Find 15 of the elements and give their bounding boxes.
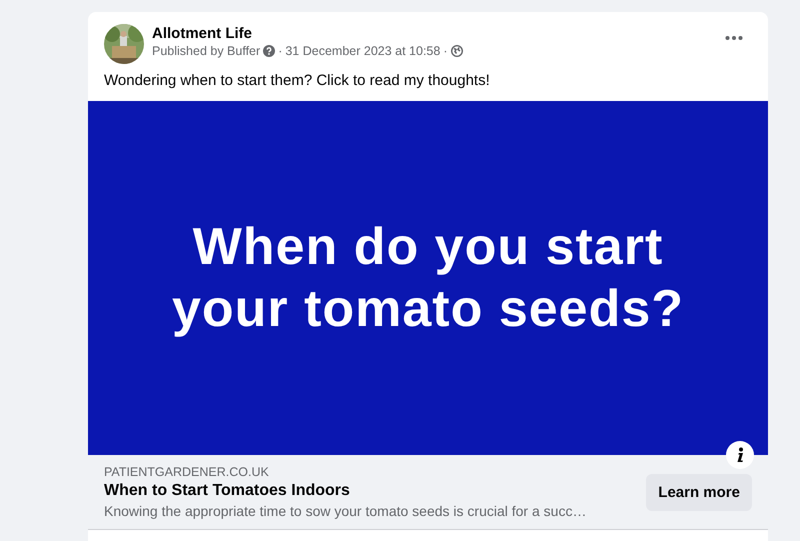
separator-dot: · — [443, 44, 448, 58]
link-domain: PATIENTGARDENER.CO.UK — [104, 465, 270, 479]
link-preview-bar[interactable]: PATIENTGARDENER.CO.UK When to Start Tomatoes Indoors Knowing the appropriate time to sow your tomato seeds is crucial for a succ… Learn more — [88, 455, 768, 530]
link-image[interactable]: When do you start your tomato seeds? — [88, 101, 768, 455]
help-icon[interactable] — [263, 45, 276, 57]
globe-icon — [450, 45, 462, 57]
author-name[interactable]: Allotment Life — [152, 25, 708, 42]
publisher-text: Published by Buffer — [152, 44, 260, 58]
separator-dot: · — [278, 44, 282, 58]
link-description: Knowing the appropriate time to sow your tomato seeds is crucial for a succ… — [104, 503, 588, 519]
post-text: Wondering when to start them? Click to read my thoughts! — [103, 71, 491, 91]
link-title[interactable]: When to Start Tomatoes Indoors — [104, 482, 646, 500]
image-caption: When do you start your tomato seeds? — [170, 216, 686, 340]
post-date[interactable]: 31 December 2023 at 10:58 — [285, 44, 440, 58]
learn-more-button[interactable]: Learn more — [646, 474, 752, 510]
